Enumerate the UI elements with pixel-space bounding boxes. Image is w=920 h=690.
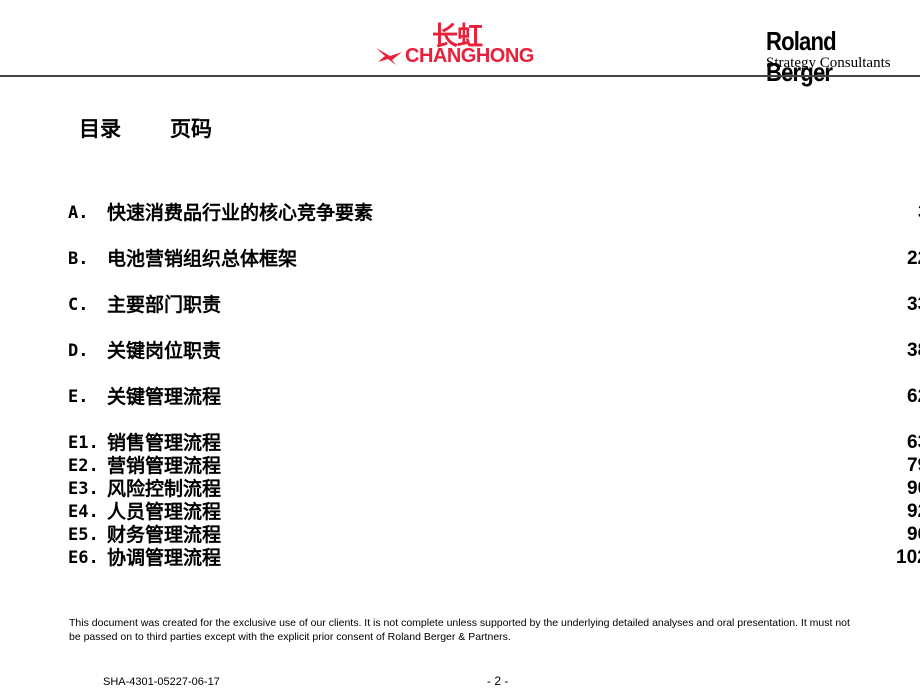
toc-item-code: E5. [68, 525, 99, 545]
toc-heading-contents: 目录 [79, 117, 121, 141]
toc-item-label: 电池营销组织总体框架 [107, 248, 298, 270]
toc-item-label: 风险控制流程 [107, 478, 222, 500]
toc-item[interactable]: E6. 协调管理流程 102 [68, 546, 920, 570]
toc-item-label: 关键管理流程 [107, 386, 222, 408]
toc-item-page: 79 [907, 455, 920, 476]
disclaimer-line: This document was created for the exclus… [69, 617, 850, 629]
toc-item[interactable]: E2. 营销管理流程 79 [68, 454, 920, 478]
roland-berger-tagline: Strategy Consultants [766, 55, 891, 71]
toc-item[interactable]: E3. 风险控制流程 90 [68, 477, 920, 501]
disclaimer-line: be passed on to third parties except wit… [69, 631, 511, 643]
toc-item-code: B. [68, 249, 89, 269]
toc-item[interactable]: C. 主要部门职责 33 [68, 293, 920, 317]
toc-item-page: 22 [907, 248, 920, 269]
toc-item-page: 38 [907, 340, 920, 361]
page-number: - 2 - [487, 674, 509, 688]
header-divider [0, 75, 920, 77]
toc-item[interactable]: E4. 人员管理流程 92 [68, 500, 920, 524]
toc-item[interactable]: E1. 销售管理流程 63 [68, 431, 920, 455]
toc-item-label: 关键岗位职责 [107, 340, 222, 362]
toc-item-code: E2. [68, 456, 99, 476]
toc-item-page: 96 [907, 524, 920, 545]
toc-item-label: 协调管理流程 [107, 547, 222, 569]
toc-item-page: 33 [907, 294, 920, 315]
toc-item[interactable]: A.快速消费品行业的核心竞争要素3 [68, 201, 920, 225]
toc-item[interactable]: B. 电池营销组织总体框架 22 [68, 247, 920, 271]
toc-item-code: C. [68, 295, 89, 315]
toc-item-label: 快速消费品行业的核心竞争要素 [107, 202, 374, 224]
toc-item-page: 90 [907, 478, 920, 499]
toc-item-code: A. [68, 203, 89, 223]
toc-item-label: 主要部门职责 [107, 294, 222, 316]
toc-item[interactable]: E. 关键管理流程 62 [68, 385, 920, 409]
document-id: SHA-4301-05227-06-17 [103, 676, 220, 688]
toc-item[interactable]: E5. 财务管理流程 96 [68, 523, 920, 547]
toc-item-code: E6. [68, 548, 99, 568]
changhong-logo-english: CHANGHONG [405, 45, 534, 67]
toc-item-label: 人员管理流程 [107, 501, 222, 523]
toc-item-page: 92 [907, 501, 920, 522]
toc-item-code: E. [68, 387, 89, 407]
toc-item-code: E1. [68, 433, 99, 453]
toc-item-label: 财务管理流程 [107, 524, 222, 546]
toc-item[interactable]: D. 关键岗位职责 38 [68, 339, 920, 363]
toc-item-code: E3. [68, 479, 99, 499]
toc-heading-page: 页码 [170, 117, 212, 141]
toc-item-code: E4. [68, 502, 99, 522]
toc-item-page: 62 [907, 386, 920, 407]
toc-item-code: D. [68, 341, 89, 361]
changhong-bird-icon [376, 48, 402, 65]
toc-item-page: 63 [907, 432, 920, 453]
toc-item-page: 102 [896, 547, 920, 568]
disclaimer: This document was created for the exclus… [69, 616, 920, 644]
toc-item-label: 营销管理流程 [107, 455, 222, 477]
toc-item-label: 销售管理流程 [107, 432, 222, 454]
